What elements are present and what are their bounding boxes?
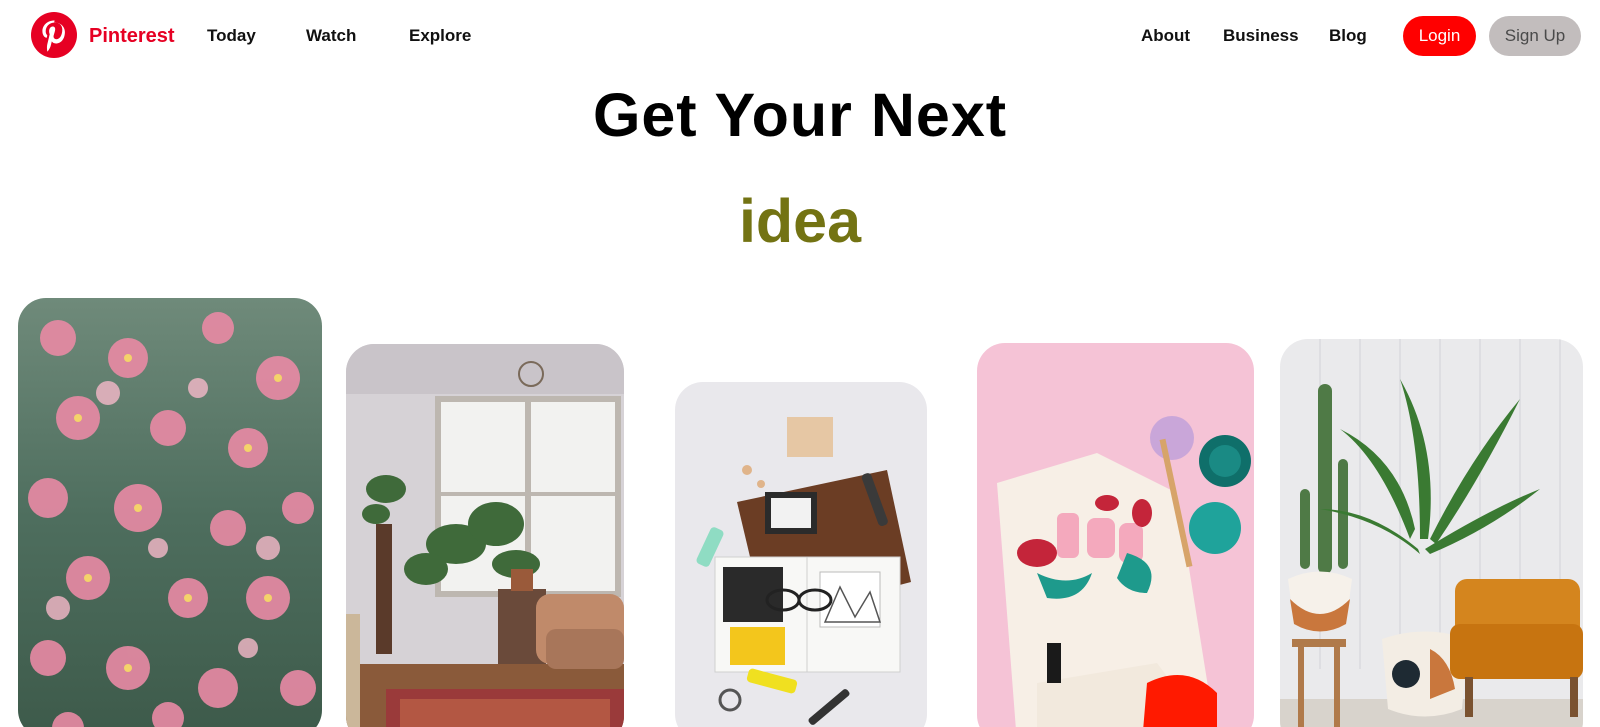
nav-about[interactable]: About (1141, 26, 1190, 46)
top-navigation: Pinterest Today Watch Explore About Busi… (0, 0, 1600, 72)
painted-tshirt-image (977, 343, 1254, 727)
signup-button[interactable]: Sign Up (1489, 16, 1581, 56)
hero-title: Get Your Next (592, 81, 1008, 149)
login-button[interactable]: Login (1403, 16, 1476, 56)
nav-watch[interactable]: Watch (306, 26, 356, 46)
nav-explore[interactable]: Explore (409, 26, 471, 46)
nav-business[interactable]: Business (1223, 26, 1299, 46)
pin-card[interactable] (346, 344, 624, 727)
pin-card[interactable] (977, 343, 1254, 727)
pin-card[interactable] (18, 298, 322, 727)
hero-rotating-word: idea (738, 187, 862, 255)
living-room-plants-image (346, 344, 624, 727)
journal-stationery-image (675, 382, 927, 727)
pin-card[interactable] (1280, 339, 1583, 727)
plants-orange-sofa-image (1280, 339, 1583, 727)
pin-card[interactable] (675, 382, 927, 727)
pinterest-logo-icon[interactable] (31, 12, 77, 58)
brand-name[interactable]: Pinterest (89, 25, 175, 48)
pink-flowers-image (18, 298, 322, 727)
nav-blog[interactable]: Blog (1329, 26, 1367, 46)
nav-today[interactable]: Today (207, 26, 256, 46)
